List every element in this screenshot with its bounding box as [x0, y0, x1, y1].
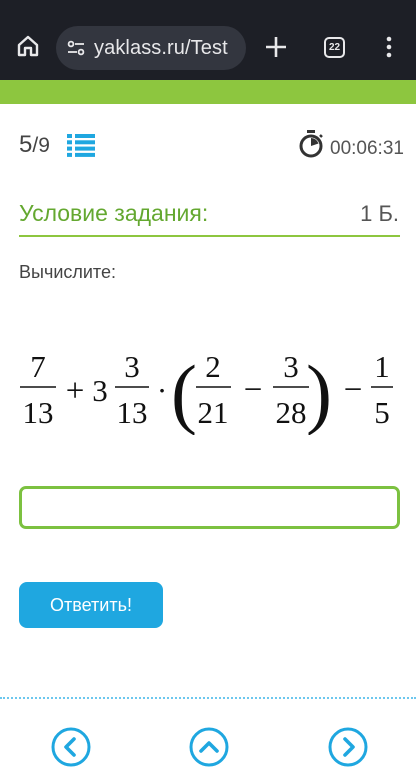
total-questions: /9	[32, 134, 50, 157]
scroll-up-icon[interactable]	[188, 726, 230, 768]
frac3-num: 2	[205, 349, 221, 384]
whole-part: 3	[92, 373, 108, 408]
answer-input[interactable]	[19, 486, 400, 529]
url-text: yaklass.ru/Test	[94, 36, 228, 59]
question-list-icon[interactable]	[67, 133, 95, 157]
frac5-num: 1	[374, 349, 390, 384]
task-title: Условие задания:	[19, 200, 209, 226]
frac3-den: 21	[198, 395, 229, 430]
frac5-den: 5	[374, 395, 390, 430]
home-icon[interactable]	[16, 34, 40, 58]
next-question-icon[interactable]	[327, 726, 369, 768]
more-vert-icon[interactable]	[384, 36, 394, 58]
question-progress: 5/9	[19, 131, 50, 159]
frac4-num: 3	[283, 349, 299, 384]
frac1-den: 13	[23, 395, 54, 430]
footer-divider	[0, 697, 416, 699]
site-settings-icon[interactable]	[66, 38, 86, 58]
minus-sign-1: −	[244, 372, 263, 408]
frac2-den: 13	[117, 395, 148, 430]
minus-sign-2: −	[344, 372, 363, 408]
frac4-den: 28	[276, 395, 307, 430]
prev-question-icon[interactable]	[50, 726, 92, 768]
frac1-num: 7	[30, 349, 46, 384]
task-points: 1 Б.	[360, 201, 399, 226]
submit-button[interactable]: Ответить!	[19, 582, 163, 628]
tabs-icon[interactable]: 22	[324, 37, 345, 58]
browser-toolbar: yaklass.ru/Test 22	[0, 0, 416, 80]
plus-sign: +	[66, 373, 85, 409]
stopwatch-icon	[299, 130, 323, 158]
title-divider	[19, 235, 400, 237]
math-formula: 7 13 + 3 3 13 · ( 2 21 − 3 28 ) − 1 5	[20, 349, 393, 435]
frac2-num: 3	[124, 349, 140, 384]
site-header-bar	[0, 80, 416, 104]
address-bar[interactable]: yaklass.ru/Test	[56, 26, 246, 70]
timer-text: 00:06:31	[330, 138, 404, 159]
task-instruction: Вычислите:	[19, 262, 116, 282]
multiply-dot: ·	[157, 373, 167, 408]
current-question: 5	[19, 131, 33, 158]
paren-close: )	[306, 349, 332, 435]
paren-open: (	[171, 349, 197, 435]
plus-icon[interactable]	[265, 36, 287, 58]
